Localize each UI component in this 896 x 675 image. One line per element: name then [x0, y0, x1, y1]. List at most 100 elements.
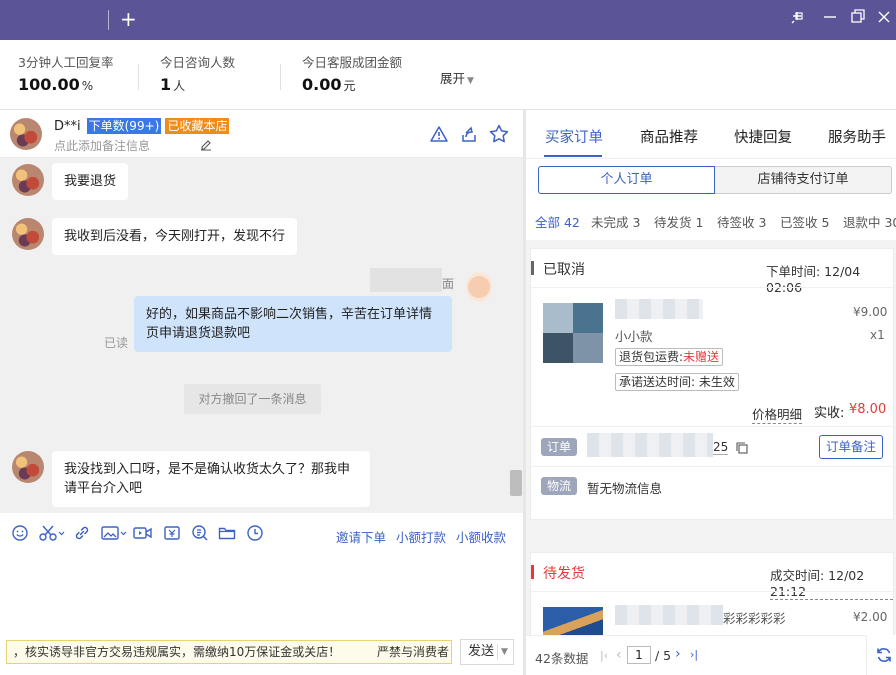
- emoji-icon[interactable]: [10, 523, 30, 543]
- price-detail-link[interactable]: 价格明细: [752, 404, 803, 424]
- active-tab-indicator: [544, 155, 602, 157]
- divider: [531, 426, 893, 427]
- last-page-icon[interactable]: ›|: [690, 648, 698, 661]
- current-page: 1: [635, 648, 643, 662]
- chat-area[interactable]: 我要退货 我收到后没看，今天刚打开，发现不行 面 好的，如果商品不影响二次销售，…: [0, 158, 523, 513]
- item-spec: 小小款: [615, 329, 653, 344]
- copy-icon[interactable]: [735, 441, 749, 455]
- send-button[interactable]: 发送 ▼: [460, 639, 514, 665]
- page-count: / 5: [655, 648, 672, 663]
- image-icon[interactable]: [100, 523, 128, 543]
- invite-order-link[interactable]: 邀请下单: [336, 527, 386, 546]
- order-note-button[interactable]: 订单备注: [819, 435, 883, 459]
- segment-personal-orders[interactable]: 个人订单: [538, 166, 715, 194]
- link-icon[interactable]: [72, 523, 92, 543]
- segment-shop-pending-orders[interactable]: 店铺待支付订单: [715, 166, 892, 194]
- tag-value: 未赠送: [683, 350, 720, 364]
- small-payment-link[interactable]: 小额打款: [396, 527, 446, 546]
- warning-bar: ，核实诱导非官方交易违规属实，需缴纳10万保证金或关店！ 严禁与消费者: [6, 640, 452, 664]
- order-list[interactable]: 已取消 下单时间: 12/04 02:06 ¥9.00 小小款 x1 退货包运费…: [526, 240, 896, 652]
- chat-message-self: 好的，如果商品不影响二次销售，辛苦在订单详情 页申请退货退款吧: [134, 296, 452, 352]
- message-input[interactable]: [0, 553, 523, 635]
- divider: [280, 64, 281, 90]
- filter-to-sign[interactable]: 待签收 3: [717, 212, 766, 231]
- warning-text: ，核实诱导非官方交易违规属实，需缴纳10万保证金或关店！: [13, 645, 341, 659]
- order-label: 订单: [541, 438, 578, 456]
- coupon-icon[interactable]: [162, 523, 182, 543]
- status-marker: [531, 261, 534, 275]
- note-placeholder[interactable]: 点此添加备注信息: [54, 137, 150, 154]
- product-title-tail: 彩彩彩彩彩: [723, 611, 786, 626]
- avatar: [12, 164, 44, 196]
- favorited-badge: 已收藏本店: [165, 118, 230, 134]
- page-input[interactable]: 1: [627, 646, 651, 664]
- video-icon[interactable]: [132, 523, 154, 543]
- divider: [526, 158, 896, 159]
- prev-page-icon[interactable]: ‹: [616, 647, 622, 663]
- tab-product-recommend[interactable]: 商品推荐: [640, 126, 698, 147]
- chat-scrollbar[interactable]: [510, 470, 522, 496]
- tag: 退货包运费:未赠送: [615, 348, 724, 366]
- buyer-name[interactable]: D**i: [54, 119, 81, 134]
- tab-separator: [108, 10, 109, 30]
- new-tab-button[interactable]: +: [120, 7, 137, 31]
- stat-reply-rate: 3分钟人工回复率 100.00%: [18, 52, 113, 94]
- paid-value: ¥8.00: [849, 402, 887, 417]
- filter-signed[interactable]: 已签收 5: [780, 212, 829, 231]
- product-image[interactable]: [543, 303, 603, 363]
- folder-icon[interactable]: [217, 523, 237, 543]
- logistics-label: 物流: [541, 477, 578, 495]
- divider: [138, 64, 139, 90]
- tab-service-assistant[interactable]: 服务助手: [828, 126, 886, 147]
- tab-buyer-orders[interactable]: 买家订单: [545, 126, 603, 147]
- order-time: 下单时间: 12/04 02:06: [766, 264, 861, 295]
- next-page-icon[interactable]: ›: [675, 646, 681, 662]
- stat-unit: 人: [173, 79, 186, 93]
- send-label: 发送: [468, 644, 495, 659]
- seller-avatar: [466, 272, 492, 302]
- alert-icon[interactable]: [429, 124, 449, 144]
- message-text: 好的，如果商品不影响二次销售，辛苦在订单详情: [146, 307, 433, 322]
- stat-label: 今日咨询人数: [160, 55, 236, 70]
- logistics-value: 暂无物流信息: [587, 481, 663, 496]
- seller-name-fragment: 面: [442, 277, 455, 291]
- stat-label: 3分钟人工回复率: [18, 55, 114, 70]
- filter-refunding[interactable]: 退款中 30: [843, 212, 896, 231]
- small-collect-link[interactable]: 小额收款: [456, 527, 506, 546]
- caret-down-icon: ▼: [467, 76, 474, 86]
- filter-all[interactable]: 全部 42: [535, 212, 580, 231]
- maximize-icon[interactable]: [848, 7, 868, 27]
- expand-button[interactable]: 展开 ▼: [440, 68, 474, 87]
- caret-down-icon[interactable]: ▼: [501, 640, 508, 664]
- share-icon[interactable]: [459, 124, 479, 144]
- chat-message: 我收到后没看，今天刚打开，发现不行: [52, 218, 298, 255]
- stats-bar: 3分钟人工回复率 100.00% 今日咨询人数 1人 今日客服成团金额 0.00…: [0, 40, 896, 110]
- edit-note-icon[interactable]: [199, 138, 213, 152]
- blurred-order-number: [587, 433, 713, 457]
- system-notice: 对方撤回了一条消息: [184, 384, 321, 414]
- stat-consult-count: 今日咨询人数 1人: [160, 52, 235, 94]
- tab-quick-reply[interactable]: 快捷回复: [734, 126, 792, 147]
- status-marker: [531, 565, 534, 579]
- history-clock-icon[interactable]: [245, 523, 265, 543]
- scissors-icon[interactable]: [38, 523, 66, 543]
- star-icon[interactable]: [488, 123, 510, 145]
- message-text: 我要退货: [64, 174, 117, 189]
- order-panel: 买家订单 商品推荐 快捷回复 服务助手 个人订单 店铺待支付订单 全部 42 未…: [526, 110, 896, 675]
- message-text: 页申请退货退款吧: [146, 326, 251, 341]
- tag-label: 退货包运费:: [619, 350, 684, 364]
- stat-group-amount: 今日客服成团金额 0.00 元: [302, 52, 402, 94]
- filter-unfinished[interactable]: 未完成 3: [591, 212, 640, 231]
- stat-unit: %: [81, 79, 94, 93]
- chat-message: 我没找到入口呀，是不是确认收货太久了？那我申 请平台介入吧: [52, 451, 370, 507]
- minimize-icon[interactable]: [820, 7, 840, 27]
- refresh-button[interactable]: [866, 635, 896, 675]
- close-icon[interactable]: [874, 7, 894, 27]
- filter-to-ship[interactable]: 待发货 1: [654, 212, 703, 231]
- pin-icon[interactable]: [788, 7, 808, 27]
- total-count: 42条数据: [535, 651, 589, 666]
- first-page-icon[interactable]: |‹: [600, 649, 608, 662]
- avatar[interactable]: [10, 118, 42, 150]
- blurred-product-title: [615, 299, 703, 319]
- order-search-icon[interactable]: [190, 523, 210, 543]
